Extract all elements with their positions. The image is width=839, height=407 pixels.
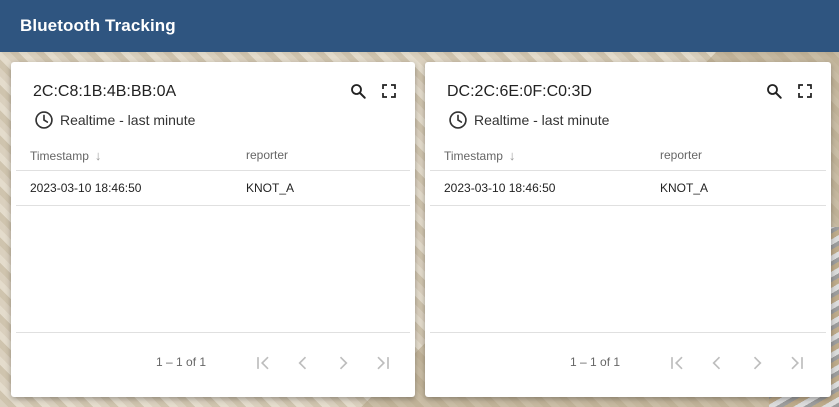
paginator-range-label: 1 – 1 of 1 [570, 355, 621, 369]
device-card: 2C:C8:1B:4B:BB:0A Realtime - last minute… [11, 62, 415, 397]
fullscreen-icon [798, 84, 812, 98]
arrow-down-icon: ↓ [94, 147, 102, 163]
table-row[interactable]: 2023-03-10 18:46:50 KNOT_A [16, 170, 410, 206]
chevron-left-icon [298, 356, 307, 370]
device-mac-address: 2C:C8:1B:4B:BB:0A [33, 83, 177, 100]
cell-reporter: KNOT_A [246, 170, 410, 206]
column-header-reporter[interactable]: reporter [660, 140, 826, 171]
device-card: DC:2C:6E:0F:C0:3D Realtime - last minute… [425, 62, 831, 397]
app-header: Bluetooth Tracking [0, 0, 839, 52]
chevron-right-icon [339, 356, 348, 370]
table-header-row: Timestamp ↓ reporter [430, 140, 826, 171]
paginator: 1 – 1 of 1 [16, 332, 410, 391]
fullscreen-icon [382, 84, 396, 98]
time-range: Realtime - last minute [448, 109, 609, 131]
time-range-label: Realtime - last minute [474, 112, 610, 128]
chevron-left-icon [712, 356, 721, 370]
time-range: Realtime - last minute [34, 109, 195, 131]
clock-icon [35, 111, 53, 129]
first-page-icon [671, 356, 683, 370]
readings-table: Timestamp ↓ reporter 2023-03-10 18:46:50 … [16, 140, 410, 206]
fullscreen-button[interactable] [794, 80, 816, 102]
last-page-button[interactable] [786, 352, 808, 374]
column-header-reporter[interactable]: reporter [246, 140, 410, 171]
first-page-button[interactable] [666, 352, 688, 374]
previous-page-button[interactable] [706, 352, 728, 374]
paginator: 1 – 1 of 1 [430, 332, 826, 391]
paginator-range-label: 1 – 1 of 1 [156, 355, 207, 369]
column-header-timestamp[interactable]: Timestamp ↓ [430, 140, 660, 171]
cell-reporter: KNOT_A [660, 170, 826, 206]
chevron-right-icon [753, 356, 762, 370]
last-page-icon [791, 356, 803, 370]
last-page-button[interactable] [372, 352, 394, 374]
cell-timestamp: 2023-03-10 18:46:50 [430, 170, 660, 206]
last-page-icon [377, 356, 389, 370]
readings-table: Timestamp ↓ reporter 2023-03-10 18:46:50 … [430, 140, 826, 206]
previous-page-button[interactable] [292, 352, 314, 374]
column-header-timestamp[interactable]: Timestamp ↓ [16, 140, 246, 171]
arrow-down-icon: ↓ [508, 147, 516, 163]
search-button[interactable] [347, 80, 369, 102]
search-button[interactable] [763, 80, 785, 102]
next-page-button[interactable] [332, 352, 354, 374]
cell-timestamp: 2023-03-10 18:46:50 [16, 170, 246, 206]
clock-icon [449, 111, 467, 129]
next-page-button[interactable] [746, 352, 768, 374]
device-mac-address: DC:2C:6E:0F:C0:3D [447, 83, 592, 100]
table-header-row: Timestamp ↓ reporter [16, 140, 410, 171]
search-icon [767, 84, 782, 99]
table-row[interactable]: 2023-03-10 18:46:50 KNOT_A [430, 170, 826, 206]
first-page-icon [257, 356, 269, 370]
first-page-button[interactable] [252, 352, 274, 374]
app-title: Bluetooth Tracking [20, 16, 176, 35]
time-range-label: Realtime - last minute [60, 112, 196, 128]
fullscreen-button[interactable] [378, 80, 400, 102]
search-icon [351, 84, 366, 99]
